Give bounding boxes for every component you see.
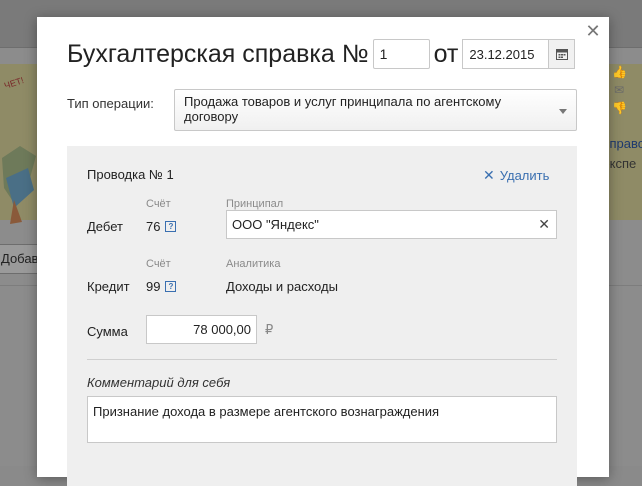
credit-account-value: 99 xyxy=(146,279,161,294)
principal-input[interactable]: ООО "Яндекс" ✕ xyxy=(226,210,557,239)
operation-type-select[interactable]: Продажа товаров и услуг принципала по аг… xyxy=(174,89,577,131)
clear-icon[interactable]: ✕ xyxy=(538,211,550,238)
credit-account: 99 ? xyxy=(146,279,177,294)
comment-label: Комментарий для себя xyxy=(87,375,231,390)
currency-sign: ₽ xyxy=(265,322,274,337)
calendar-button[interactable] xyxy=(548,39,576,69)
feedback-icons: 👍 ✉ 👎 xyxy=(605,65,633,125)
debit-account-header: Счёт xyxy=(146,198,171,210)
dialog-title-row: Бухгалтерская справка № от xyxy=(67,37,576,71)
mail-icon: ✉ xyxy=(613,83,625,97)
thumb-down-icon: 👎 xyxy=(612,101,627,115)
document-number-input[interactable] xyxy=(372,39,430,69)
chevron-down-icon xyxy=(559,109,567,114)
background-add-button: Добав xyxy=(0,244,40,274)
operation-type-value: Продажа товаров и услуг принципала по аг… xyxy=(184,94,502,124)
delete-entry-label: Удалить xyxy=(499,168,550,183)
credit-label: Кредит xyxy=(87,279,130,294)
banner-illustration xyxy=(2,146,36,224)
help-icon[interactable]: ? xyxy=(165,281,177,292)
sum-label: Сумма xyxy=(87,324,128,339)
help-icon[interactable]: ? xyxy=(165,221,177,232)
entry-title: Проводка № 1 xyxy=(87,167,174,182)
calendar-icon xyxy=(555,49,568,60)
section-divider xyxy=(87,359,557,360)
debit-label: Дебет xyxy=(87,219,123,234)
entry-panel: Проводка № 1 ✕ Удалить Счёт Принципал Де… xyxy=(67,146,577,486)
delete-x-icon: ✕ xyxy=(483,167,495,183)
dialog-title: Бухгалтерская справка № xyxy=(67,39,369,68)
debit-account-value: 76 xyxy=(146,219,161,234)
principal-value: ООО "Яндекс" xyxy=(232,217,319,232)
comment-textarea[interactable]: Признание дохода в размере агентского во… xyxy=(87,396,557,443)
principal-header: Принципал xyxy=(226,198,284,210)
date-prefix: от xyxy=(433,39,459,68)
operation-type-label: Тип операции: xyxy=(67,96,154,111)
close-icon[interactable]: ✕ xyxy=(584,22,602,40)
document-date-input[interactable] xyxy=(462,39,549,69)
thumb-up-icon: 👍 xyxy=(612,65,627,79)
banner-sticker-text: ЧЕТ! xyxy=(2,75,26,91)
debit-account: 76 ? xyxy=(146,219,177,234)
comment-value: Признание дохода в размере агентского во… xyxy=(93,404,440,419)
credit-account-header: Счёт xyxy=(146,258,171,270)
analytics-header: Аналитика xyxy=(226,258,281,270)
accounting-note-dialog: ✕ Бухгалтерская справка № от Тип операци… xyxy=(37,17,609,486)
sum-input[interactable] xyxy=(146,315,257,344)
analytics-value: Доходы и расходы xyxy=(226,279,338,294)
delete-entry-button[interactable]: ✕ Удалить xyxy=(483,167,549,184)
